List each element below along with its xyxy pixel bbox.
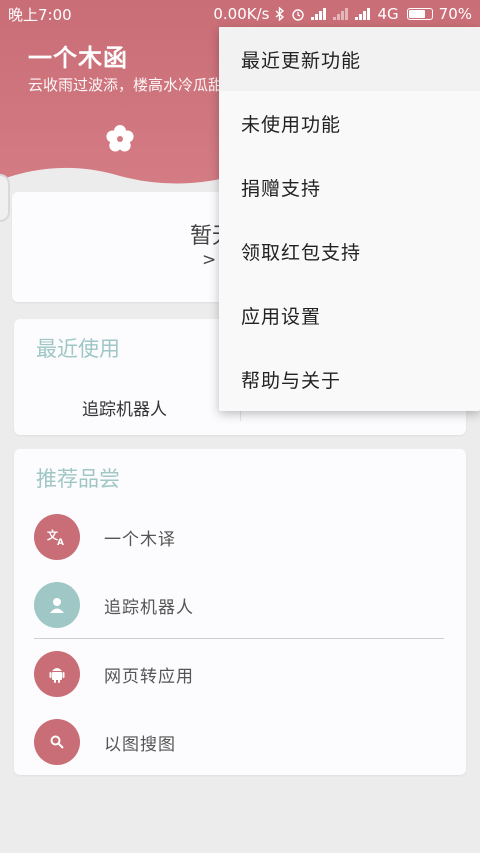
recommend-card: 推荐品尝 文 A 一个木译 追踪机器人 网页转应用 以图搜图 bbox=[14, 449, 466, 775]
list-item[interactable]: 追踪机器人 bbox=[34, 580, 454, 630]
recommend-title: 推荐品尝 bbox=[36, 467, 120, 491]
search-icon bbox=[34, 719, 80, 765]
app-subtitle: 云收雨过波添，楼高水冷瓜甜 bbox=[28, 76, 224, 94]
list-item-label: 以图搜图 bbox=[104, 734, 176, 755]
menu-item-red-packet[interactable]: 领取红包支持 bbox=[219, 219, 480, 283]
recent-title: 最近使用 bbox=[36, 337, 120, 361]
overflow-menu: 最近更新功能 未使用功能 捐赠支持 领取红包支持 应用设置 帮助与关于 bbox=[219, 27, 480, 411]
status-bar: 晚上7:00 0.00K/s 4G 70% bbox=[0, 0, 480, 28]
alarm-icon bbox=[292, 9, 305, 21]
translate-icon: 文 A bbox=[34, 514, 80, 560]
menu-item-settings[interactable]: 应用设置 bbox=[219, 283, 480, 347]
signal-icon bbox=[355, 8, 371, 20]
status-icons: 0.00K/s 4G 70% bbox=[213, 5, 472, 23]
bluetooth-icon bbox=[276, 7, 285, 21]
list-item[interactable]: 文 A 一个木译 bbox=[34, 512, 454, 562]
network-type: 4G bbox=[377, 5, 399, 23]
network-speed: 0.00K/s bbox=[213, 5, 270, 23]
android-icon bbox=[34, 651, 80, 697]
menu-item-donate[interactable]: 捐赠支持 bbox=[219, 155, 480, 219]
app-title: 一个木函 bbox=[28, 44, 128, 72]
list-item-label: 追踪机器人 bbox=[104, 597, 194, 618]
signal-icon bbox=[333, 8, 349, 20]
status-time: 晚上7:00 bbox=[8, 5, 72, 24]
signal-icon bbox=[311, 8, 327, 20]
list-item[interactable]: 网页转应用 bbox=[34, 649, 454, 699]
menu-item-recent-updates[interactable]: 最近更新功能 bbox=[219, 27, 480, 91]
robot-icon bbox=[34, 582, 80, 628]
drawer-handle[interactable] bbox=[0, 174, 10, 222]
list-divider bbox=[34, 638, 444, 639]
list-item-label: 网页转应用 bbox=[104, 666, 194, 687]
battery-icon bbox=[406, 8, 433, 20]
menu-item-unused[interactable]: 未使用功能 bbox=[219, 91, 480, 155]
list-item-label: 一个木译 bbox=[104, 529, 176, 550]
battery-level: 70% bbox=[438, 5, 472, 23]
list-item[interactable]: 以图搜图 bbox=[34, 717, 454, 767]
svg-text:A: A bbox=[57, 538, 64, 546]
recent-item[interactable]: 追踪机器人 bbox=[82, 395, 167, 420]
menu-item-help-about[interactable]: 帮助与关于 bbox=[219, 347, 480, 411]
